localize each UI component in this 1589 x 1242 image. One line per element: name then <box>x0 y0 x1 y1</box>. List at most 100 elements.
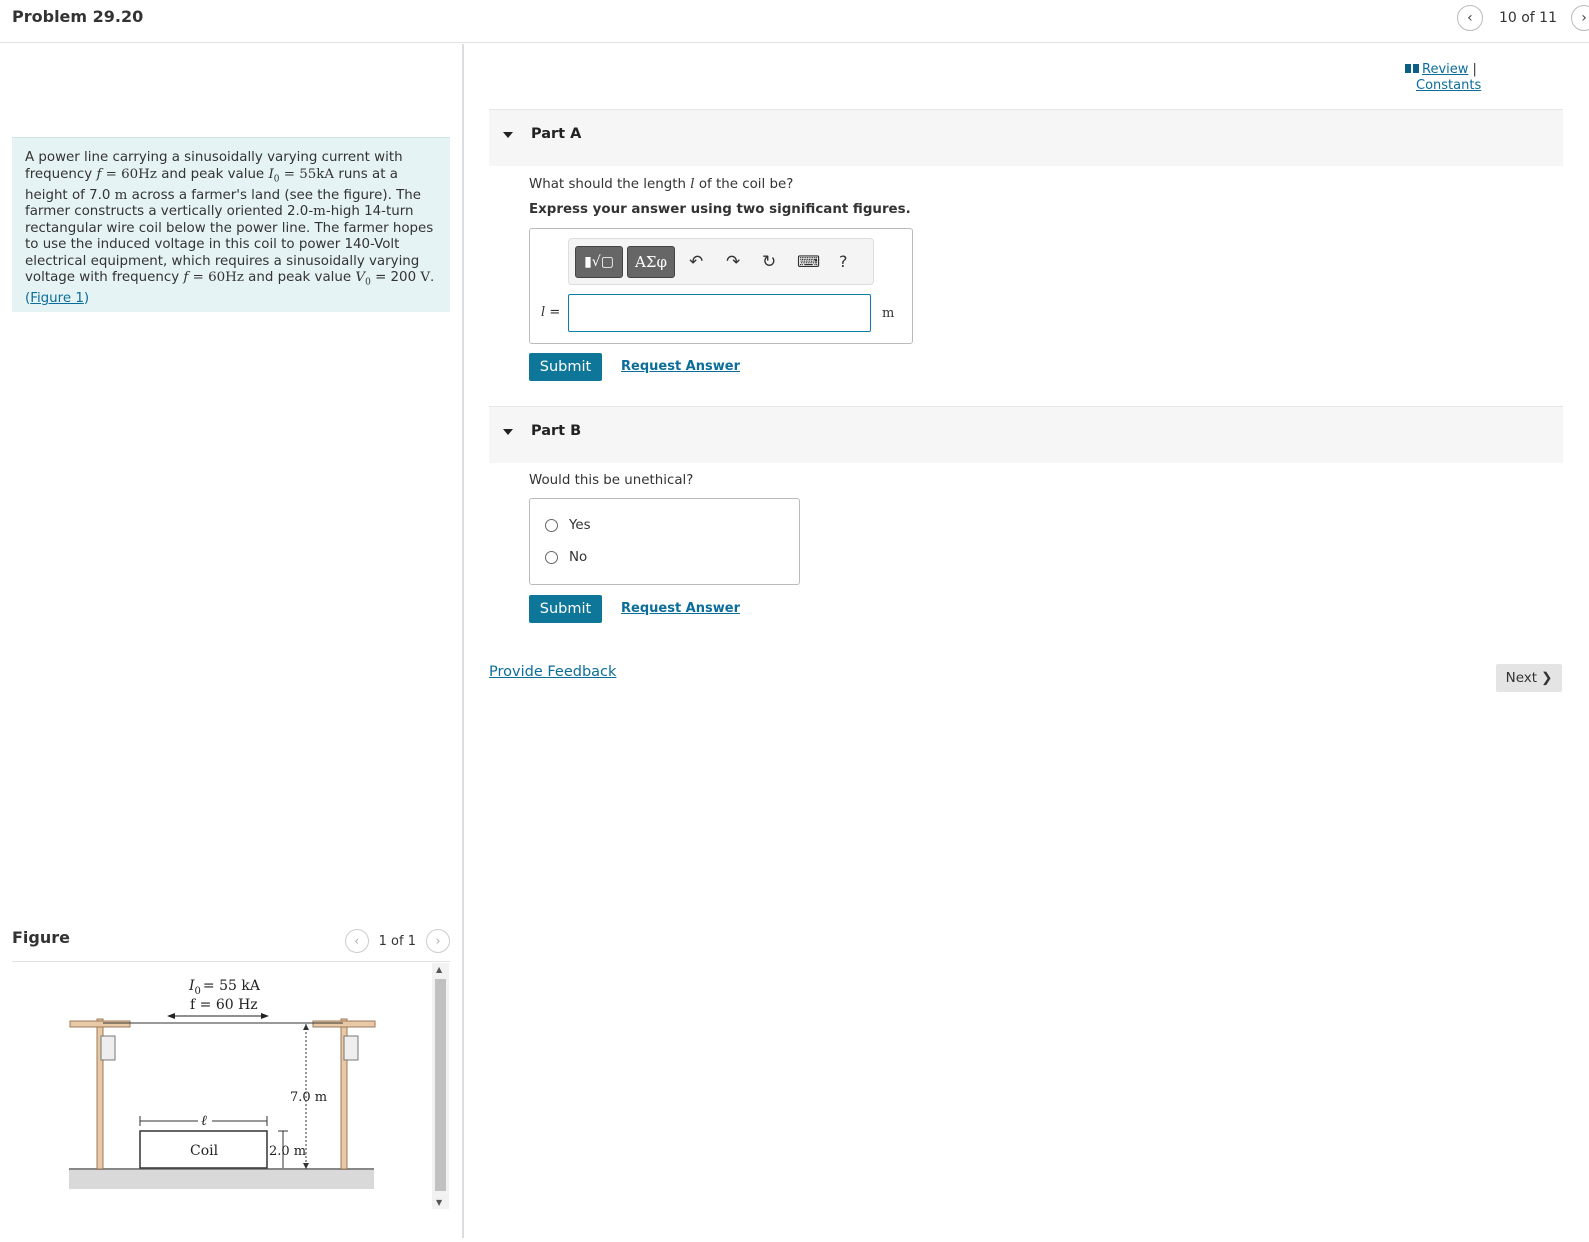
figure-label: Figure <box>12 928 70 947</box>
right-crossarm <box>312 1020 376 1028</box>
scroll-up-icon[interactable]: ▲ <box>436 965 442 974</box>
coil-label: Coil <box>190 1143 219 1159</box>
figure-link[interactable]: Figure 1 <box>30 291 84 306</box>
question-text: What should the length <box>529 177 686 192</box>
figure-image: I0 = 55 kA f = 60 Hz 7.0 m Coil ℓ 2.0 m <box>12 962 450 1238</box>
next-figure-button[interactable]: › <box>426 929 450 953</box>
provide-feedback-link[interactable]: Provide Feedback <box>489 664 616 680</box>
math-v: V <box>355 270 366 286</box>
greek-icon: ΑΣφ <box>635 253 667 271</box>
part-b-request-answer[interactable]: Request Answer <box>621 601 740 616</box>
math-f: f <box>183 270 189 286</box>
problem-title: Problem 29.20 <box>12 7 144 26</box>
radio-yes[interactable] <box>545 519 558 532</box>
figure-pager: ‹ 1 of 1 › <box>344 929 450 953</box>
next-label: Next <box>1505 670 1538 686</box>
math-unit: V <box>420 270 431 286</box>
undo-icon[interactable]: ↶ <box>689 252 703 272</box>
help-icon[interactable]: ? <box>839 252 848 271</box>
choice-label: Yes <box>569 518 591 533</box>
link-separator: | <box>1472 62 1477 77</box>
math-unit: m <box>114 187 128 203</box>
answer-input[interactable] <box>568 294 871 332</box>
part-a-submit-button[interactable]: Submit <box>529 353 602 381</box>
equals-sign: = <box>549 305 561 320</box>
chevron-left-icon: ‹ <box>1467 10 1473 26</box>
choice-box: Yes No <box>529 498 800 585</box>
math-unit: Hz <box>225 270 244 286</box>
math-toolbar: ▮√▢ ΑΣφ ↶ ↷ ↻ ⌨ ? <box>568 238 874 285</box>
math-f: f <box>96 166 102 182</box>
reset-icon[interactable]: ↻ <box>762 252 776 272</box>
math-i-value: = 55kA <box>283 166 335 182</box>
arrow-head-right <box>261 1013 269 1019</box>
part-a-header[interactable]: Part A <box>489 109 1563 166</box>
problem-text: and peak value <box>161 166 265 182</box>
length-label: ℓ <box>201 1113 207 1129</box>
i0-value: = 55 kA <box>203 978 261 994</box>
part-b-header[interactable]: Part B <box>489 406 1563 463</box>
prev-figure-button[interactable]: ‹ <box>344 929 369 953</box>
answer-label: l = <box>541 305 560 320</box>
review-links: Review | Constants <box>1405 62 1481 94</box>
figure-header: Figure ‹ 1 of 1 › <box>12 922 450 962</box>
review-link[interactable]: Review <box>1422 62 1468 77</box>
math-unit: m <box>313 204 326 220</box>
greek-button[interactable]: ΑΣφ <box>627 246 675 278</box>
next-problem-button[interactable]: › <box>1571 5 1589 31</box>
templates-button[interactable]: ▮√▢ <box>575 246 623 278</box>
math-v-sub: 0 <box>365 277 371 288</box>
scroll-thumb[interactable] <box>435 979 446 1191</box>
book-icon <box>1405 64 1419 73</box>
chevron-right-icon: › <box>1581 10 1587 26</box>
part-a-request-answer[interactable]: Request Answer <box>621 359 740 374</box>
question-text: of the coil be? <box>698 177 794 192</box>
ground <box>69 1169 374 1189</box>
choice-yes[interactable]: Yes <box>545 518 591 533</box>
math-v-value: = 200 <box>375 270 417 286</box>
problem-pager: ‹ 10 of 11 › <box>1456 4 1589 32</box>
next-button[interactable]: Next ❯ <box>1496 664 1562 692</box>
choice-label: No <box>569 550 588 565</box>
chevron-right-icon: › <box>435 934 441 948</box>
problem-count: 10 of 11 <box>1498 10 1557 26</box>
radio-no[interactable] <box>545 551 558 564</box>
right-transformer <box>343 1035 359 1061</box>
caret-down-icon <box>503 429 513 435</box>
redo-icon[interactable]: ↷ <box>726 252 740 272</box>
height-arrow-top <box>303 1024 309 1030</box>
part-b-submit-button[interactable]: Submit <box>529 595 602 623</box>
figure-count: 1 of 1 <box>378 933 416 949</box>
chevron-left-icon: ‹ <box>354 934 360 948</box>
math-f-value: = 60 <box>192 270 226 286</box>
choice-no[interactable]: No <box>545 550 587 565</box>
pane-divider[interactable] <box>462 44 464 1238</box>
scroll-down-icon[interactable]: ▼ <box>436 1198 442 1207</box>
paren: ) <box>83 291 90 307</box>
part-a-question: What should the length l of the coil be? <box>529 177 793 192</box>
i0-label: I0 = 55 kA <box>188 978 261 997</box>
math-f-value: = 60Hz <box>105 166 157 182</box>
problem-statement: A power line carrying a sinusoidally var… <box>12 137 450 312</box>
figure-scrollbar[interactable]: ▲ ▼ <box>432 963 449 1209</box>
chevron-right-icon: ❯ <box>1541 670 1553 686</box>
part-b-question: Would this be unethical? <box>529 473 694 488</box>
i0-subscript: 0 <box>195 986 201 997</box>
answer-box: ▮√▢ ΑΣφ ↶ ↷ ↻ ⌨ ? l = m <box>529 228 913 344</box>
left-crossarm <box>69 1020 131 1028</box>
keyboard-icon[interactable]: ⌨ <box>797 252 820 271</box>
coil-height-label: 2.0 m <box>269 1144 306 1159</box>
top-bar: Problem 29.20 ‹ 10 of 11 › <box>0 0 1589 43</box>
part-a-instruction: Express your answer using two significan… <box>529 202 911 217</box>
constants-link[interactable]: Constants <box>1416 78 1481 93</box>
arrow-head-left <box>167 1013 175 1019</box>
height-label: 7.0 m <box>290 1090 327 1105</box>
problem-text: . <box>430 270 435 286</box>
math-l: l <box>541 305 546 320</box>
math-i-sub: 0 <box>273 174 280 185</box>
answer-unit: m <box>882 306 895 321</box>
math-l: l <box>690 177 695 192</box>
part-b-label: Part B <box>531 423 582 439</box>
prev-problem-button[interactable]: ‹ <box>1456 5 1483 31</box>
part-a-label: Part A <box>531 126 582 142</box>
